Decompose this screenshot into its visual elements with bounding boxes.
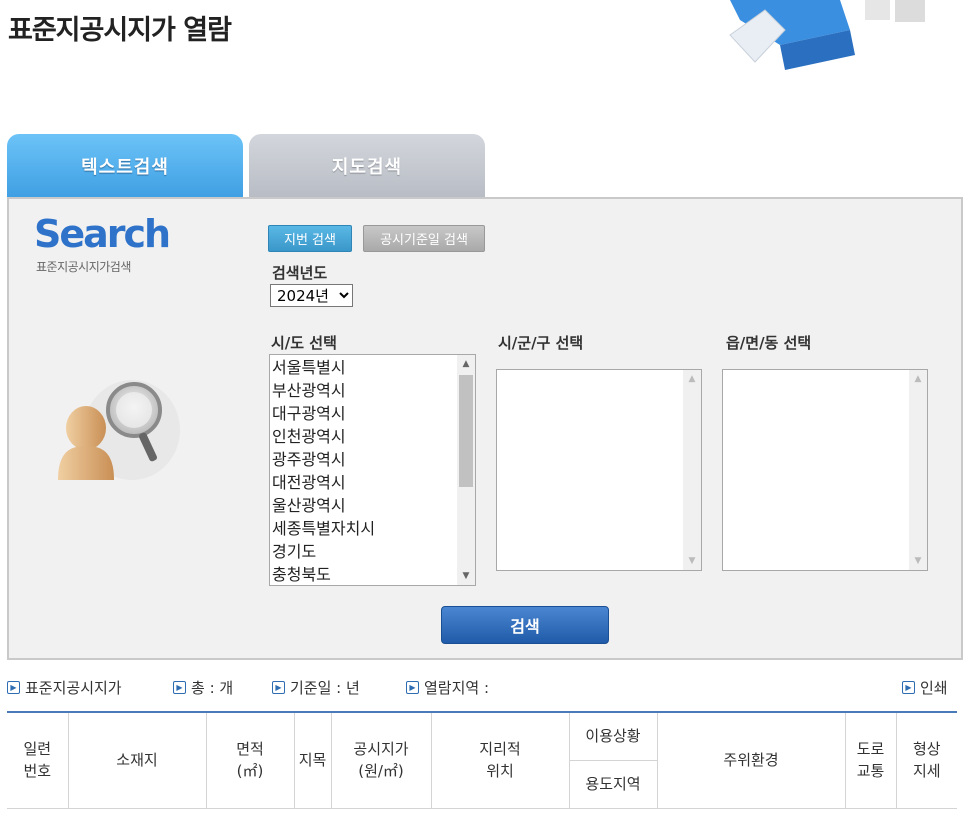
page-title: 표준지공시지가 열람: [8, 15, 232, 46]
sigungu-scrollbar[interactable]: ▲ ▼: [683, 370, 701, 570]
sido-listbox[interactable]: 서울특별시 부산광역시 대구광역시 인천광역시 광주광역시 대전광역시 울산광역…: [269, 354, 476, 586]
year-label: 검색년도: [272, 264, 328, 282]
col-shape: 형상 지세: [895, 712, 957, 809]
col-price-line2: (원/㎡): [358, 762, 404, 781]
info-total: ▶ 총 : 개: [173, 677, 233, 698]
info-total-label: 총 : 개: [191, 679, 234, 697]
lot-number-search-button[interactable]: 지번 검색: [268, 225, 352, 252]
sido-scrollbar[interactable]: ▲ ▼: [457, 355, 475, 585]
info-region-label: 열람지역 :: [424, 679, 490, 697]
col-usage: 이용상황: [568, 712, 658, 761]
sido-item[interactable]: 대전광역시: [270, 471, 457, 494]
sido-item[interactable]: 부산광역시: [270, 379, 457, 402]
arrow-right-icon: ▶: [173, 681, 186, 694]
sido-item[interactable]: 서울특별시: [270, 356, 457, 379]
col-zone: 용도지역: [568, 760, 658, 809]
scroll-thumb[interactable]: [459, 375, 473, 487]
header-decoration-image: [690, 0, 966, 70]
col-road-line1: 도로: [856, 740, 885, 759]
col-area-line1: 면적: [236, 740, 264, 759]
col-price-line1: 공시지가: [353, 740, 409, 759]
col-serial-line1: 일련: [23, 740, 52, 759]
col-shape-line2: 지세: [912, 762, 941, 781]
search-logo-title: Search: [34, 212, 171, 256]
arrow-right-icon: ▶: [406, 681, 419, 694]
info-standard-price-label: 표준지공시지가: [25, 679, 122, 697]
print-link[interactable]: ▶ 인쇄: [902, 677, 948, 698]
col-area: 면적 (㎡): [205, 712, 295, 809]
scroll-up-icon[interactable]: ▲: [909, 370, 927, 388]
sido-item[interactable]: 광주광역시: [270, 448, 457, 471]
year-select[interactable]: 2024년: [270, 284, 353, 307]
col-surroundings: 주위환경: [656, 712, 846, 809]
col-road-line2: 교통: [856, 762, 885, 781]
info-standard-price: ▶ 표준지공시지가: [7, 677, 122, 698]
results-table: 일련 번호 소재지 면적 (㎡) 지목 공시지가 (원/㎡) 지리적 위치 이용…: [7, 711, 957, 809]
scroll-down-icon[interactable]: ▼: [909, 552, 927, 570]
eupmyeondong-listbox[interactable]: ▲ ▼: [722, 369, 928, 571]
col-shape-line1: 형상: [912, 740, 941, 759]
scroll-down-icon[interactable]: ▼: [457, 567, 475, 585]
scroll-down-icon[interactable]: ▼: [683, 552, 701, 570]
col-price: 공시지가 (원/㎡): [330, 712, 432, 809]
sigungu-listbox[interactable]: ▲ ▼: [496, 369, 702, 571]
sido-item[interactable]: 울산광역시: [270, 494, 457, 517]
col-serial: 일련 번호: [7, 712, 69, 809]
info-base-date: ▶ 기준일 : 년: [272, 677, 360, 698]
search-logo-subtitle: 표준지공시지가검색: [36, 260, 131, 274]
date-search-button[interactable]: 공시기준일 검색: [363, 225, 485, 252]
sido-item[interactable]: 세종특별자치시: [270, 517, 457, 540]
info-region: ▶ 열람지역 :: [406, 677, 489, 698]
scroll-up-icon[interactable]: ▲: [683, 370, 701, 388]
tab-text-search[interactable]: 텍스트검색: [7, 134, 243, 198]
sido-item[interactable]: 대구광역시: [270, 402, 457, 425]
col-area-line2: (㎡): [236, 762, 264, 781]
tab-map-search[interactable]: 지도검색: [249, 134, 485, 198]
sido-item[interactable]: 충청북도: [270, 563, 457, 585]
arrow-right-icon: ▶: [902, 681, 915, 694]
col-address: 소재지: [67, 712, 207, 809]
col-category: 지목: [293, 712, 332, 809]
eupmyeondong-label: 읍/면/동 선택: [726, 334, 812, 352]
col-geo-line1: 지리적: [479, 740, 521, 759]
sido-label: 시/도 선택: [271, 334, 337, 352]
scroll-up-icon[interactable]: ▲: [457, 355, 475, 373]
col-geo-location: 지리적 위치: [430, 712, 570, 809]
sido-item[interactable]: 인천광역시: [270, 425, 457, 448]
arrow-right-icon: ▶: [7, 681, 20, 694]
info-base-date-label: 기준일 : 년: [290, 679, 360, 697]
eupmyeondong-scrollbar[interactable]: ▲ ▼: [909, 370, 927, 570]
col-serial-line2: 번호: [23, 762, 52, 781]
sigungu-label: 시/군/구 선택: [498, 334, 584, 352]
col-geo-line2: 위치: [486, 762, 514, 781]
col-road: 도로 교통: [844, 712, 897, 809]
search-button[interactable]: 검색: [441, 606, 609, 644]
print-label[interactable]: 인쇄: [920, 677, 948, 698]
search-person-illustration: [52, 368, 182, 486]
arrow-right-icon: ▶: [272, 681, 285, 694]
sido-item[interactable]: 경기도: [270, 540, 457, 563]
